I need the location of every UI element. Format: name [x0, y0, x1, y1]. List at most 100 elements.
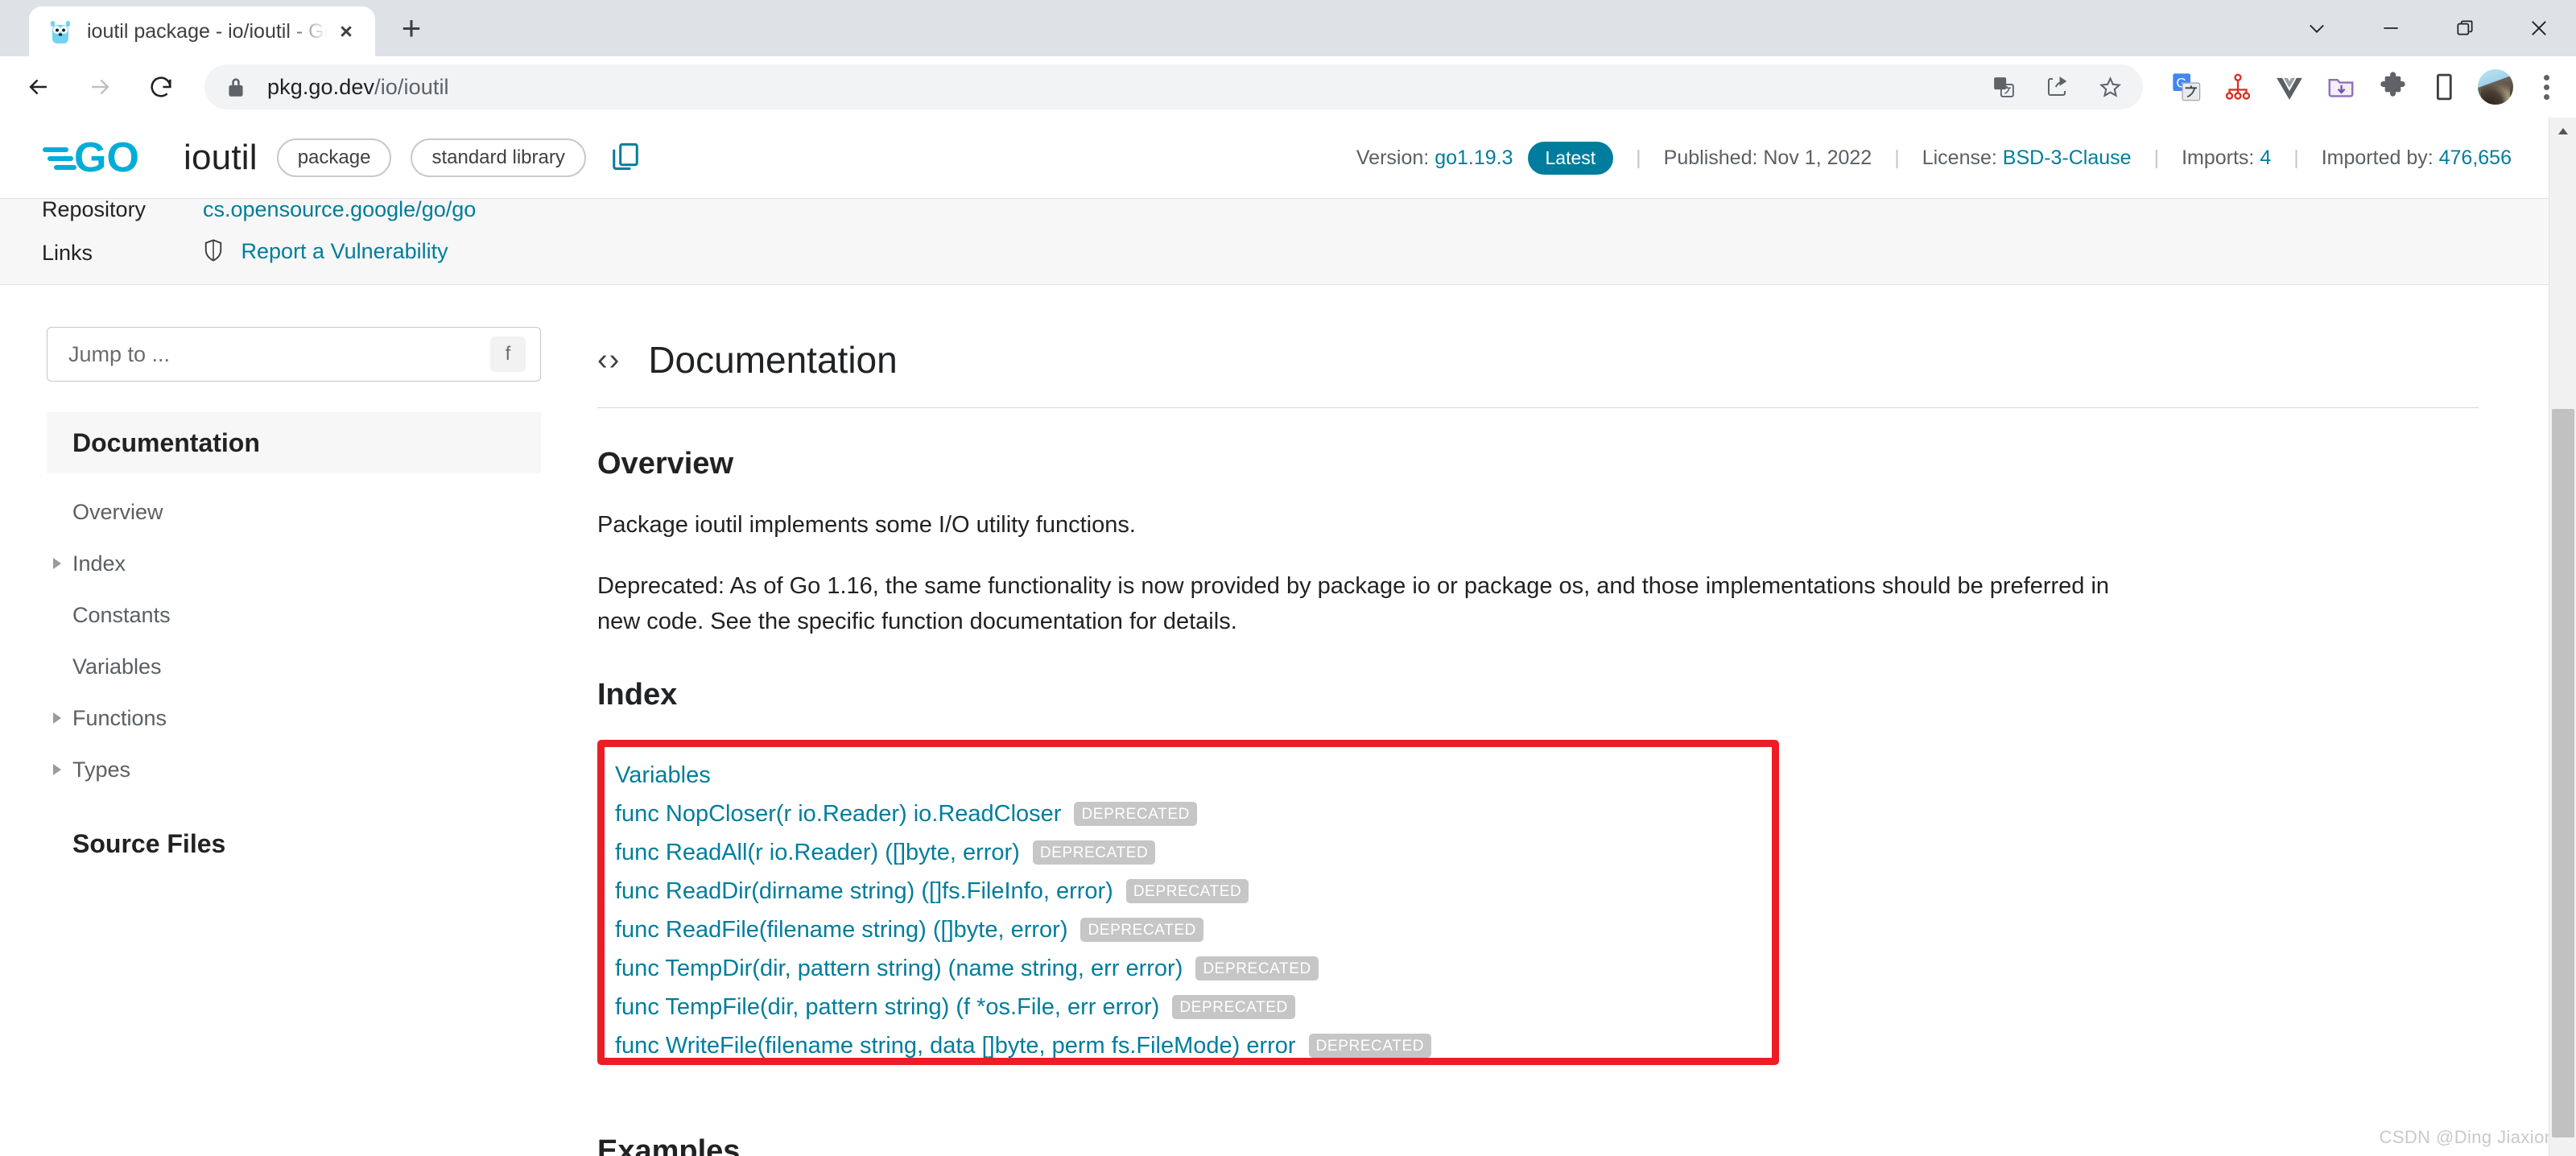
reload-button[interactable]	[130, 56, 192, 118]
page-title: ioutil	[184, 137, 258, 177]
copy-path-icon[interactable]	[610, 141, 641, 175]
watermark: CSDN @Ding Jiaxiong	[2379, 1127, 2565, 1147]
avatar[interactable]	[2470, 56, 2521, 118]
url-path: /io/ioutil	[374, 74, 449, 99]
go-gopher-icon	[47, 18, 74, 45]
puzzle-extensions-icon[interactable]	[2367, 56, 2418, 118]
omnibox-actions: G	[1977, 64, 2136, 109]
close-window-icon[interactable]	[2502, 0, 2576, 56]
list-item[interactable]: func ReadFile(filename string) ([]byte, …	[615, 910, 2512, 949]
jump-to-input[interactable]: Jump to ... f	[47, 327, 541, 382]
google-translate-icon[interactable]: G	[2161, 56, 2212, 118]
jump-to-placeholder: Jump to ...	[68, 341, 171, 366]
browser-window: ioutil package - io/ioutil - Go Packages…	[0, 0, 2576, 1156]
list-item[interactable]: Variables	[615, 756, 2512, 795]
chrome-menu-button[interactable]	[2521, 56, 2571, 118]
list-item[interactable]: func ReadDir(dirname string) ([]fs.FileI…	[615, 872, 2512, 910]
chevron-right-icon[interactable]	[53, 764, 61, 775]
list-item[interactable]: func WriteFile(filename string, data []b…	[615, 1026, 2512, 1065]
site-header: GO ioutil package standard library Versi…	[0, 118, 2576, 198]
version-value[interactable]: go1.19.3	[1435, 147, 1513, 170]
page-viewport: GO ioutil package standard library Versi…	[0, 118, 2576, 1156]
index-link[interactable]: func ReadDir(dirname string) ([]fs.FileI…	[615, 878, 1113, 905]
sidebar-item-label: Overview	[72, 499, 163, 524]
back-button[interactable]	[8, 56, 69, 118]
list-item[interactable]: func ReadAll(r io.Reader) ([]byte, error…	[615, 833, 2512, 872]
bookmark-star-icon[interactable]	[2083, 64, 2136, 109]
sidebar-item-index[interactable]: Index	[47, 538, 541, 589]
index-link[interactable]: func ReadAll(r io.Reader) ([]byte, error…	[615, 840, 1020, 866]
address-bar[interactable]: pkg.go.dev/io/ioutil G	[204, 64, 2143, 109]
index-link[interactable]: Variables	[615, 762, 711, 789]
repository-value: cs.opensource.google/go/go	[203, 197, 476, 222]
page-scrollbar[interactable]	[2549, 118, 2576, 1156]
tab-strip: ioutil package - io/ioutil - Go Packages…	[0, 0, 2576, 56]
sidebar-item-constants[interactable]: Constants	[47, 589, 541, 641]
imported-by-value[interactable]: 476,656	[2439, 147, 2512, 170]
tablet-device-icon[interactable]	[2418, 56, 2470, 118]
published-label: Published:	[1663, 146, 1758, 169]
chevron-right-icon[interactable]	[53, 558, 61, 569]
meta-license: License: BSD-3-Clause	[1922, 147, 2132, 170]
maximize-icon[interactable]	[2428, 0, 2502, 56]
new-tab-button[interactable]: +	[386, 3, 436, 53]
sidebar-item-label: Types	[72, 757, 131, 782]
sidebar-item-label: Constants	[72, 602, 171, 627]
badge-package: package	[276, 138, 392, 177]
forward-button[interactable]	[69, 56, 130, 118]
page-content: Jump to ... f Documentation Overview Ind…	[0, 285, 2576, 1156]
browser-tab-active[interactable]: ioutil package - io/ioutil - Go Packages…	[29, 6, 375, 56]
links-label: Links	[42, 240, 93, 265]
license-value[interactable]: BSD-3-Clause	[2003, 147, 2132, 170]
scrollbar-thumb[interactable]	[2552, 409, 2574, 1137]
translate-icon[interactable]: G	[1977, 64, 2030, 109]
deprecated-badge: DEPRECATED	[1308, 1034, 1432, 1059]
list-item[interactable]: func TempDir(dir, pattern string) (name …	[615, 949, 2512, 988]
package-meta: Version: go1.19.3 Latest | Published: No…	[1356, 118, 2512, 198]
vue-devtools-icon[interactable]	[2264, 56, 2315, 118]
imports-value[interactable]: 4	[2260, 147, 2271, 170]
list-item[interactable]: func TempFile(dir, pattern string) (f *o…	[615, 988, 2512, 1026]
meta-imports: Imports: 4	[2182, 147, 2271, 170]
deprecated-badge: DEPRECATED	[1080, 918, 1203, 943]
index-link[interactable]: func TempFile(dir, pattern string) (f *o…	[615, 994, 1159, 1021]
chevron-down-icon[interactable]	[2280, 0, 2354, 56]
links-value: Report a Vulnerability	[203, 238, 448, 268]
list-item[interactable]: func NopCloser(r io.Reader) io.ReadClose…	[615, 795, 2512, 833]
go-logo[interactable]: GO	[42, 134, 163, 182]
meta-separator: |	[2153, 146, 2160, 169]
sidebar: Jump to ... f Documentation Overview Ind…	[0, 327, 541, 1156]
deprecated-badge: DEPRECATED	[1074, 802, 1197, 827]
sidebar-item-label: Variables	[72, 654, 162, 679]
scroll-up-arrow-icon[interactable]	[2549, 118, 2576, 145]
index-list: Variables func NopCloser(r io.Reader) io…	[597, 740, 2512, 1081]
sidebar-header-documentation[interactable]: Documentation	[47, 412, 541, 473]
sidebar-nav: Documentation Overview Index Constants V…	[47, 412, 541, 859]
sidebar-item-types[interactable]: Types	[47, 744, 541, 795]
index-link[interactable]: func TempDir(dir, pattern string) (name …	[615, 956, 1183, 982]
minimize-icon[interactable]	[2354, 0, 2428, 56]
index-link[interactable]: func ReadFile(filename string) ([]byte, …	[615, 917, 1067, 943]
chevron-right-icon[interactable]	[53, 712, 61, 724]
sidebar-item-overview[interactable]: Overview	[47, 486, 541, 538]
tab-close-icon[interactable]: ×	[330, 15, 362, 47]
download-folder-icon[interactable]	[2315, 56, 2367, 118]
sidebar-section-source-files[interactable]: Source Files	[47, 829, 541, 859]
documentation-main: ‹› Documentation Overview Package ioutil…	[541, 327, 2576, 1156]
sitemap-icon[interactable]	[2212, 56, 2264, 118]
report-vulnerability-link[interactable]: Report a Vulnerability	[242, 239, 448, 263]
index-link[interactable]: func WriteFile(filename string, data []b…	[615, 1033, 1296, 1059]
latest-badge: Latest	[1527, 141, 1614, 175]
share-icon[interactable]	[2030, 64, 2083, 109]
sidebar-item-variables[interactable]: Variables	[47, 641, 541, 692]
lock-icon	[225, 75, 246, 99]
repository-link[interactable]: cs.opensource.google/go/go	[203, 197, 476, 221]
index-heading: Index	[597, 678, 678, 712]
svg-text:GO: GO	[74, 134, 139, 181]
meta-published: Published: Nov 1, 2022	[1664, 147, 1872, 170]
imports-label: Imports:	[2182, 146, 2255, 169]
index-section: Variables func NopCloser(r io.Reader) io…	[597, 740, 2512, 1081]
sidebar-item-functions[interactable]: Functions	[47, 692, 541, 744]
index-link[interactable]: func NopCloser(r io.Reader) io.ReadClose…	[615, 801, 1061, 828]
deprecated-badge: DEPRECATED	[1195, 956, 1319, 981]
